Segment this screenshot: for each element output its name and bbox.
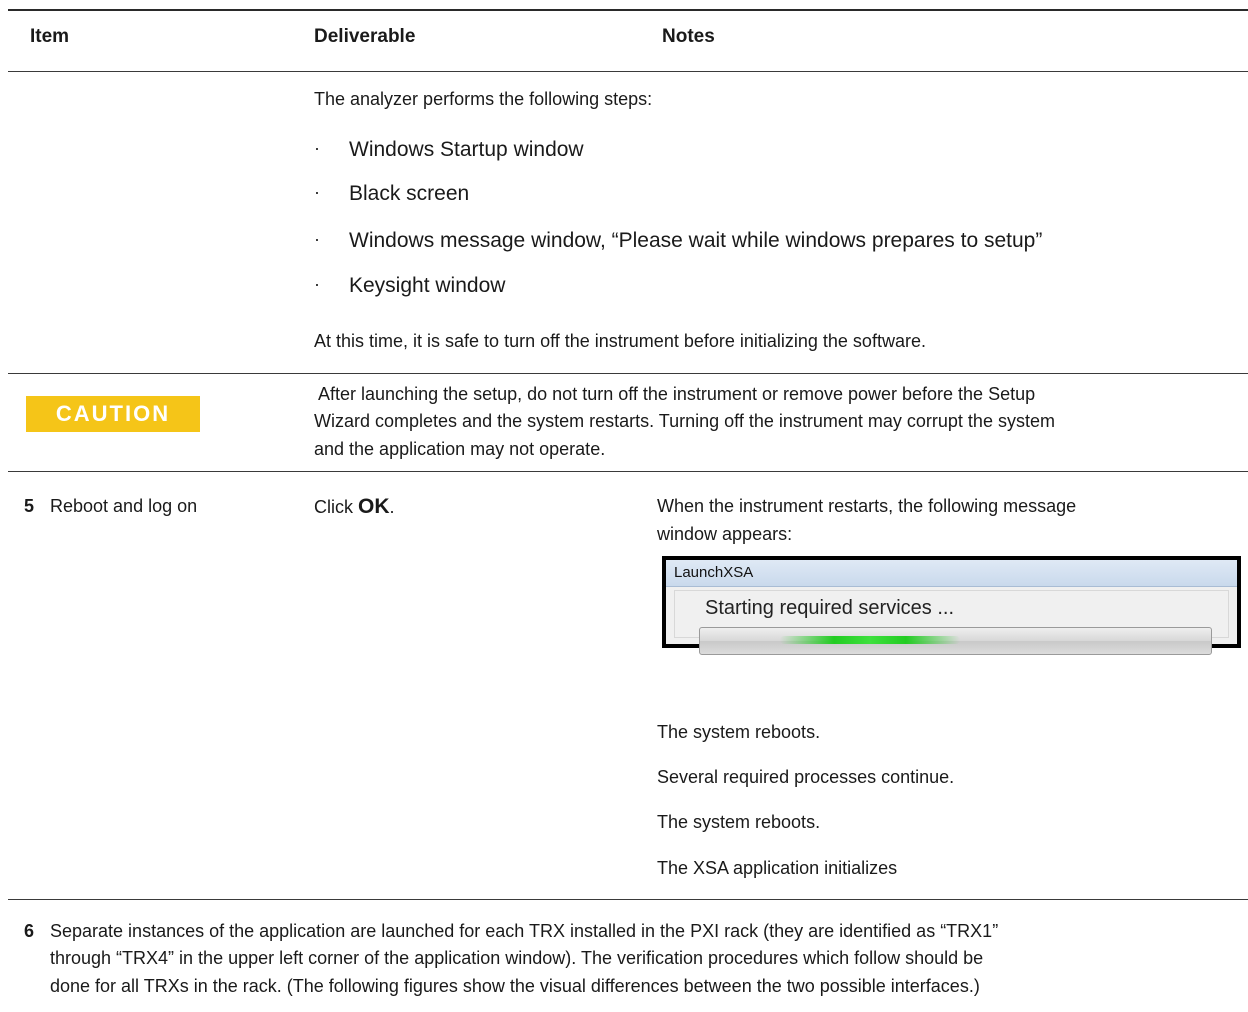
deliverable-prefix: Click — [314, 497, 358, 517]
ok-label: OK — [358, 495, 390, 518]
step-text: Keysight window — [349, 274, 506, 297]
window-title: LaunchXSA — [666, 560, 1237, 587]
header-bottom-rule — [8, 71, 1248, 72]
notes-line: window appears: — [657, 524, 793, 544]
row6-line: done for all TRXs in the rack. (The foll… — [50, 976, 980, 996]
header-item: Item — [30, 26, 70, 47]
caution-badge: CAUTION — [26, 396, 200, 432]
row-divider — [8, 471, 1248, 472]
bullet-icon: · — [314, 229, 320, 249]
header-deliverable: Deliverable — [314, 26, 416, 47]
header-notes: Notes — [662, 26, 715, 47]
bullet-icon: · — [314, 182, 320, 202]
row6-line: through “TRX4” in the upper left corner … — [50, 948, 984, 968]
notes-line: When the instrument restarts, the follow… — [657, 496, 1077, 516]
window-message: Starting required services ... — [705, 597, 954, 619]
progress-glow — [780, 636, 960, 644]
bullet-icon: · — [314, 274, 320, 294]
step-text: Black screen — [349, 182, 470, 205]
step-text: Windows Startup window — [349, 138, 584, 161]
launchxsa-window: LaunchXSA Starting required services ... — [662, 556, 1241, 655]
row6-line: Separate instances of the application ar… — [50, 921, 999, 941]
window-frame: LaunchXSA Starting required services ... — [666, 560, 1237, 655]
step-item: Reboot and log on — [50, 496, 198, 516]
caution-text-line: and the application may not operate. — [314, 439, 606, 459]
row-divider — [8, 373, 1248, 374]
step-number: 5 — [24, 496, 35, 516]
step-deliverable: Click OK. — [314, 493, 395, 521]
row-divider — [8, 899, 1248, 900]
bullet-icon: · — [314, 138, 320, 158]
table-top-rule — [8, 9, 1248, 11]
after-line: The system reboots. — [657, 812, 821, 832]
deliverable-suffix: . — [389, 497, 395, 517]
step-text: Windows message window, “Please wait whi… — [349, 229, 1043, 252]
caution-text-line: Wizard completes and the system restarts… — [314, 411, 1055, 431]
step-number: 6 — [24, 921, 35, 941]
after-line: The system reboots. — [657, 722, 821, 742]
progress-bar — [699, 627, 1212, 655]
window-body: Starting required services ... — [674, 590, 1229, 655]
after-line: Several required processes continue. — [657, 767, 955, 787]
steps-intro: The analyzer performs the following step… — [314, 89, 653, 109]
after-line: The XSA application initializes — [657, 858, 898, 878]
caution-text-line: After launching the setup, do not turn o… — [314, 384, 1036, 404]
safe-note: At this time, it is safe to turn off the… — [314, 331, 926, 351]
